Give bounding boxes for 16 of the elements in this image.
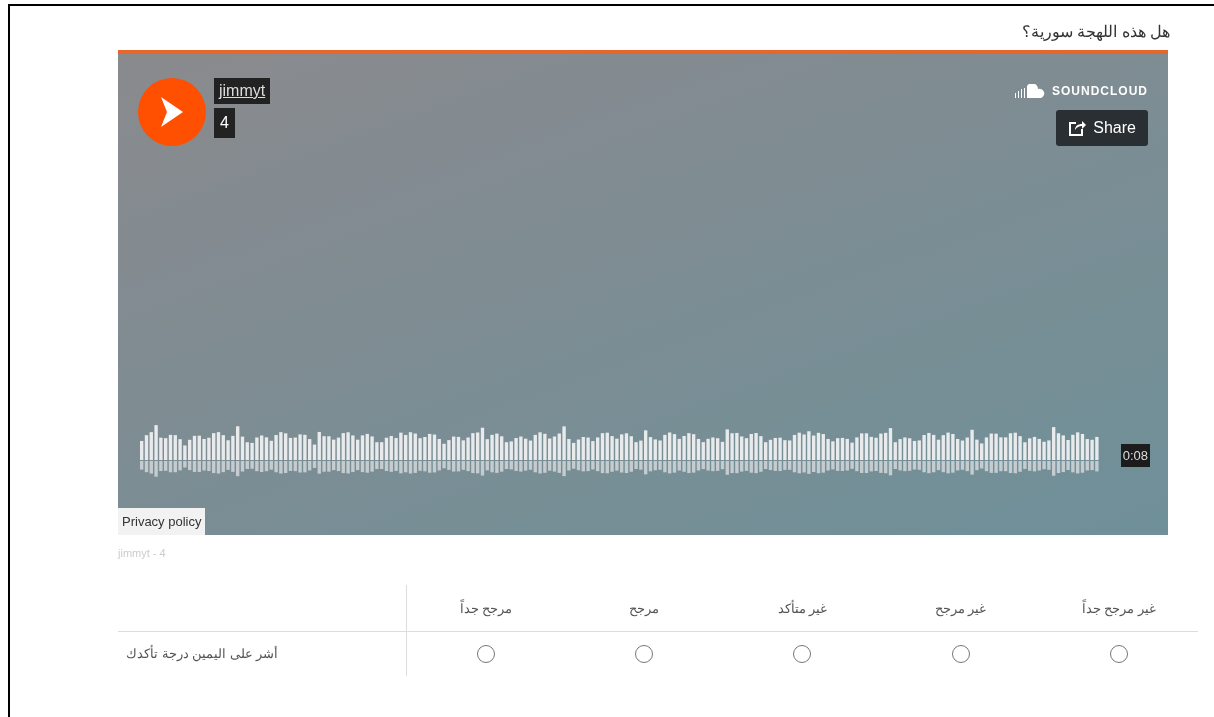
column-header: مرجح جداً <box>458 598 514 619</box>
brand-label: SOUNDCLOUD <box>1052 83 1148 100</box>
column-header: غير مرجح <box>933 600 988 619</box>
username-link[interactable]: jimmyt <box>214 78 271 104</box>
track-title: 4 <box>214 108 235 138</box>
share-button[interactable]: Share <box>1056 110 1148 146</box>
cloud-icon <box>1014 84 1046 98</box>
share-icon <box>1068 120 1087 136</box>
column-header: مرجح <box>628 600 661 619</box>
privacy-policy-link[interactable]: Privacy policy <box>118 507 206 535</box>
column-header: غير مرجح جداً <box>1080 598 1157 619</box>
row-label: أشر على اليمين درجة تأكدك <box>125 644 279 664</box>
column-header: غير متأكد <box>776 599 829 618</box>
question-text: هل هذه اللهجة سورية؟ <box>1021 22 1170 43</box>
duration-label: 0:08 <box>1120 443 1150 467</box>
play-icon <box>161 97 183 127</box>
